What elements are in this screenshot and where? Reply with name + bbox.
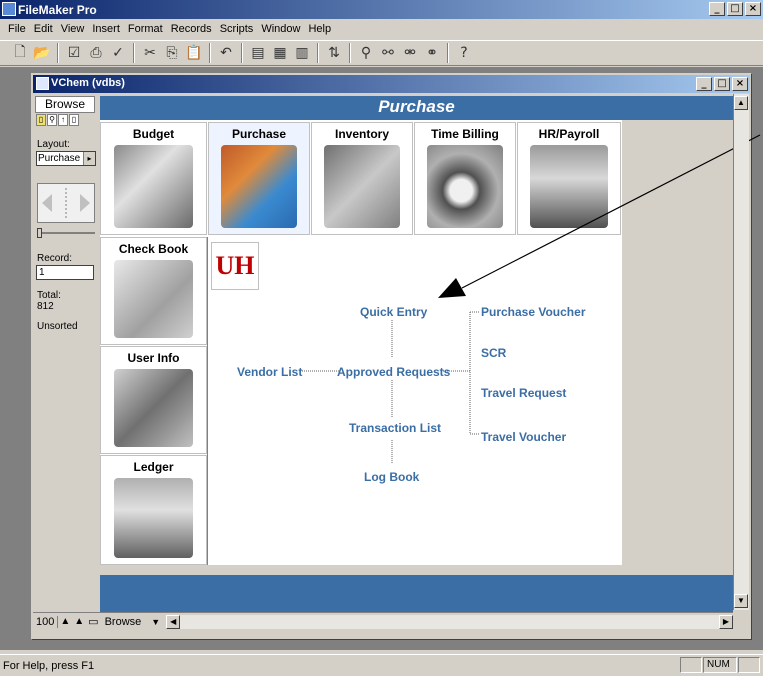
vertical-scrollbar[interactable]: ▲ ▼	[733, 94, 749, 610]
vendor-list-link[interactable]: Vendor List	[237, 365, 302, 379]
scroll-right-icon[interactable]: ▶	[719, 614, 733, 629]
scroll-left-icon[interactable]: ◀	[166, 614, 181, 629]
scroll-down-icon[interactable]: ▼	[734, 594, 748, 608]
bottom-bar: 100 ▲ ▲ ▭ Browse ▼ ◀ ▶	[33, 612, 733, 630]
scroll-up-icon[interactable]: ▲	[734, 96, 748, 110]
mode-popup[interactable]: Browse	[101, 616, 146, 628]
scr-link[interactable]: SCR	[481, 346, 506, 360]
zoom-in-icon[interactable]: ▲	[72, 616, 86, 627]
status-area-toggle-icon[interactable]: ▭	[86, 615, 100, 628]
status-bar: For Help, press F1	[0, 654, 763, 676]
footer-band	[100, 575, 733, 613]
num-indicator: NUM	[703, 657, 737, 673]
status-box	[738, 657, 760, 673]
travel-request-link[interactable]: Travel Request	[481, 386, 566, 400]
log-book-link[interactable]: Log Book	[364, 470, 419, 484]
horizontal-scrollbar[interactable]	[180, 614, 719, 629]
annotation-arrow	[461, 134, 761, 289]
help-text: For Help, press F1	[3, 659, 95, 672]
purchase-voucher-link[interactable]: Purchase Voucher	[481, 305, 585, 319]
approved-requests-link[interactable]: Approved Requests	[337, 365, 450, 379]
zoom-level[interactable]: 100	[33, 615, 59, 628]
travel-voucher-link[interactable]: Travel Voucher	[481, 430, 566, 444]
status-box	[680, 657, 702, 673]
mode-dropdown-icon[interactable]: ▼	[145, 617, 166, 627]
quick-entry-link[interactable]: Quick Entry	[360, 305, 427, 319]
zoom-out-icon[interactable]: ▲	[58, 616, 72, 627]
transaction-list-link[interactable]: Transaction List	[349, 421, 441, 435]
annotation-arrowhead	[438, 278, 466, 298]
